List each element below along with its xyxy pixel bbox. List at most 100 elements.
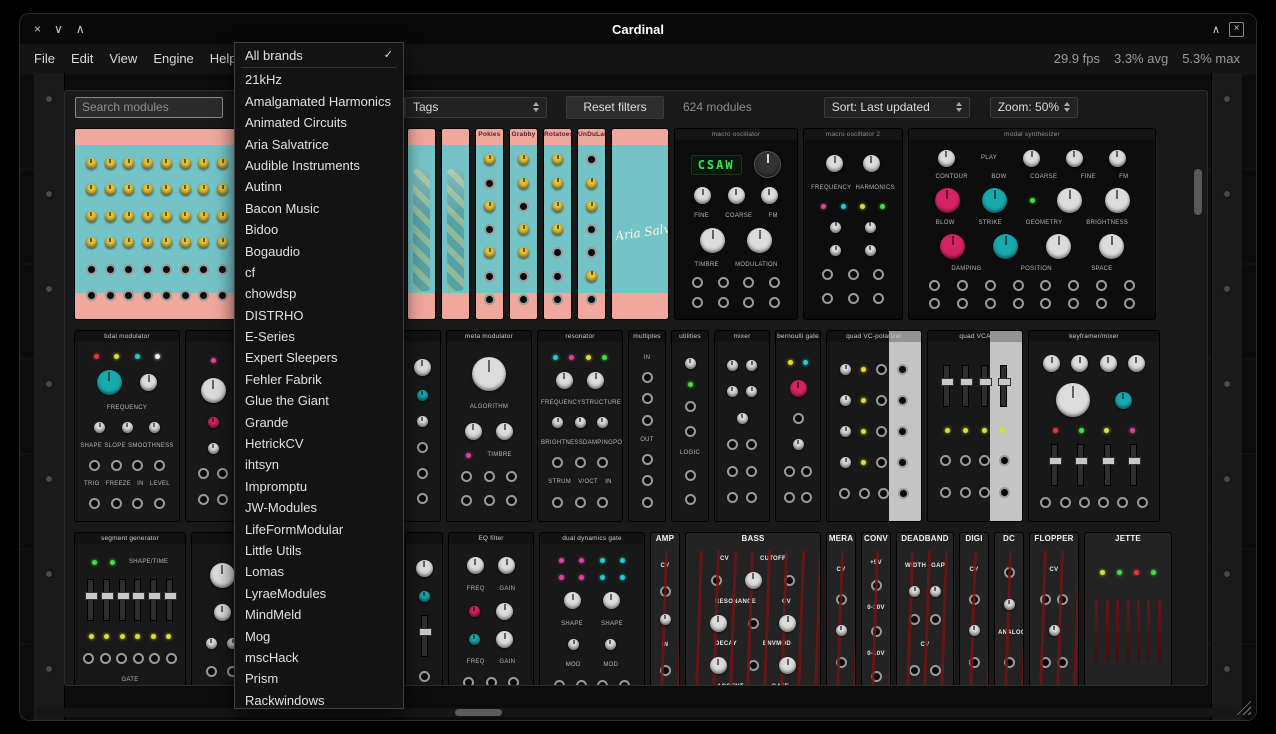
jack[interactable] [154, 460, 165, 471]
jack[interactable] [748, 660, 759, 671]
jack[interactable] [1096, 280, 1107, 291]
knob[interactable] [161, 184, 172, 195]
jack[interactable] [586, 247, 597, 258]
jack[interactable] [979, 455, 990, 466]
module-digi[interactable]: DIGICV [960, 533, 988, 686]
knob[interactable] [728, 187, 745, 204]
knob[interactable] [105, 158, 116, 169]
jack[interactable] [123, 290, 134, 301]
slider[interactable] [1104, 444, 1111, 486]
jack[interactable] [116, 653, 127, 664]
knob[interactable] [746, 360, 757, 371]
jack[interactable] [685, 494, 696, 505]
knob[interactable] [97, 370, 122, 395]
knob[interactable] [552, 178, 563, 189]
brand-option[interactable]: Prism [235, 668, 403, 689]
brand-option[interactable]: DISTRHO [235, 305, 403, 326]
jack[interactable] [105, 264, 116, 275]
jack[interactable] [822, 293, 833, 304]
jack[interactable] [848, 269, 859, 280]
jack[interactable] [508, 677, 519, 687]
module-utilities[interactable]: utilitiesLOGIC [672, 331, 708, 521]
jack[interactable] [461, 471, 472, 482]
jack[interactable] [660, 586, 671, 597]
knob[interactable] [830, 245, 841, 256]
jack[interactable] [784, 575, 795, 586]
knob[interactable] [198, 237, 209, 248]
module-panel[interactable] [406, 533, 442, 686]
jack[interactable] [83, 653, 94, 664]
knob[interactable] [597, 417, 608, 428]
knob[interactable] [122, 422, 133, 433]
jack[interactable] [180, 264, 191, 275]
knob[interactable] [727, 386, 738, 397]
jack[interactable] [873, 269, 884, 280]
menu-edit[interactable]: Edit [71, 51, 93, 66]
jack[interactable] [876, 457, 887, 468]
jack[interactable] [166, 653, 177, 664]
knob[interactable] [1071, 355, 1088, 372]
jack[interactable] [692, 297, 703, 308]
knob[interactable] [1099, 234, 1124, 259]
knob[interactable] [1049, 625, 1060, 636]
knob[interactable] [180, 184, 191, 195]
knob[interactable] [930, 586, 941, 597]
scrollbar-thumb[interactable] [455, 709, 502, 716]
knob[interactable] [142, 158, 153, 169]
module-panel[interactable] [186, 331, 240, 521]
jack[interactable] [685, 470, 696, 481]
module-multiples[interactable]: multiplesINOUT [629, 331, 665, 521]
module-dc[interactable]: DCANALOG [995, 533, 1023, 686]
jack[interactable] [111, 460, 122, 471]
slider[interactable] [1130, 444, 1137, 486]
knob[interactable] [793, 439, 804, 450]
knob[interactable] [217, 184, 228, 195]
module-segment-generator[interactable]: segment generatorSHAPE/TIMEGATE [75, 533, 185, 686]
knob[interactable] [1066, 150, 1083, 167]
jack[interactable] [897, 395, 908, 406]
knob[interactable] [142, 184, 153, 195]
knob[interactable] [586, 178, 597, 189]
knob[interactable] [969, 625, 980, 636]
jack[interactable] [552, 497, 563, 508]
jack[interactable] [748, 618, 759, 629]
jack[interactable] [463, 677, 474, 687]
jack[interactable] [930, 665, 941, 676]
knob[interactable] [161, 211, 172, 222]
jack[interactable] [718, 297, 729, 308]
knob[interactable] [498, 557, 515, 574]
slider[interactable] [943, 365, 950, 407]
jack[interactable] [1068, 280, 1079, 291]
jack[interactable] [793, 413, 804, 424]
jack[interactable] [929, 280, 940, 291]
jack[interactable] [217, 290, 228, 301]
jack[interactable] [1096, 298, 1107, 309]
jack[interactable] [217, 264, 228, 275]
module-panel[interactable]: Aria Salvatrice [612, 129, 668, 319]
jack[interactable] [1124, 280, 1135, 291]
jack[interactable] [132, 460, 143, 471]
jack[interactable] [1040, 657, 1051, 668]
jack[interactable] [86, 290, 97, 301]
module-modal-synthesizer[interactable]: modal synthesizerPLAYCONTOURBOWCOARSEFIN… [909, 129, 1155, 319]
jack[interactable] [642, 497, 653, 508]
module-meta-modulator[interactable]: meta modulatorALGORITHMTIMBRE [447, 331, 531, 521]
jack[interactable] [969, 657, 980, 668]
slider[interactable] [421, 615, 428, 657]
knob[interactable] [105, 211, 116, 222]
knob[interactable] [217, 158, 228, 169]
jack[interactable] [1004, 657, 1015, 668]
knob[interactable] [603, 592, 620, 609]
knob[interactable] [105, 184, 116, 195]
knob[interactable] [747, 228, 772, 253]
jack[interactable] [979, 487, 990, 498]
module-mera[interactable]: MERACV [827, 533, 855, 686]
knob[interactable] [469, 606, 480, 617]
jack[interactable] [576, 680, 587, 686]
knob[interactable] [552, 224, 563, 235]
jack[interactable] [506, 495, 517, 506]
jack[interactable] [123, 264, 134, 275]
brand-option[interactable]: mscHack [235, 647, 403, 668]
jack[interactable] [871, 580, 882, 591]
jack[interactable] [484, 294, 495, 305]
